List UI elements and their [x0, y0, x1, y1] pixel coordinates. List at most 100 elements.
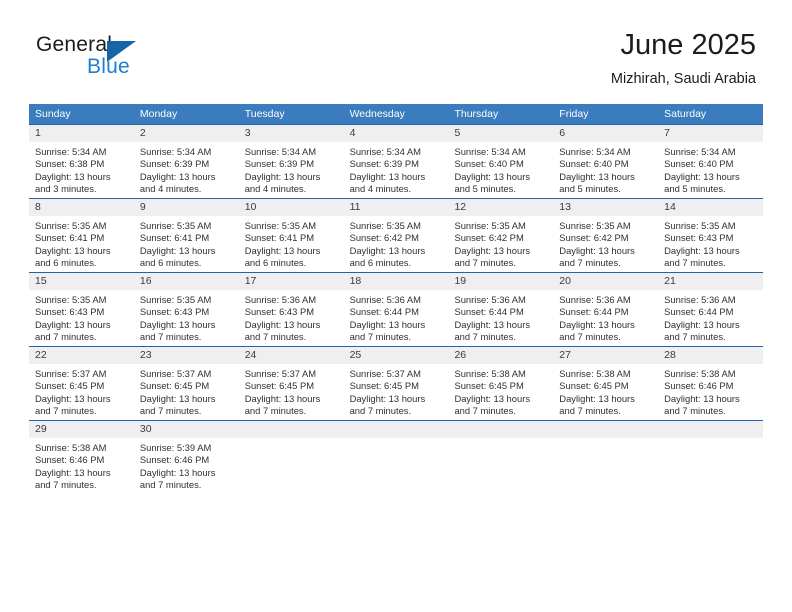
- daylight-text-line1: Daylight: 13 hours: [559, 170, 635, 182]
- sunrise-text: Sunrise: 5:35 AM: [35, 294, 107, 305]
- daylight-text-line2: and 7 minutes.: [664, 257, 726, 269]
- day-cell[interactable]: 13 Sunrise: 5:35 AM Sunset: 6:42 PM Dayl…: [553, 199, 659, 272]
- day-cell[interactable]: 14 Sunrise: 5:35 AM Sunset: 6:43 PM Dayl…: [658, 199, 764, 272]
- day-cell[interactable]: 18 Sunrise: 5:36 AM Sunset: 6:44 PM Dayl…: [343, 273, 449, 346]
- day-cell[interactable]: 19 Sunrise: 5:36 AM Sunset: 6:44 PM Dayl…: [448, 273, 554, 346]
- day-cell[interactable]: 10 Sunrise: 5:35 AM Sunset: 6:41 PM Dayl…: [238, 199, 344, 272]
- sunrise-text: Sunrise: 5:35 AM: [454, 220, 526, 231]
- sunset-text: Sunset: 6:46 PM: [35, 454, 105, 466]
- daylight-text-line1: Daylight: 13 hours: [244, 244, 321, 256]
- brand-name-blue: Blue: [87, 55, 130, 78]
- daylight-text-line2: and 7 minutes.: [559, 405, 621, 417]
- weekday-header-row: Sunday Monday Tuesday Wednesday Thursday…: [29, 104, 763, 124]
- day-cell[interactable]: 15 Sunrise: 5:35 AM Sunset: 6:43 PM Dayl…: [29, 273, 134, 346]
- daylight-text-line1: Daylight: 13 hours: [664, 244, 740, 256]
- weekday-header-tuesday: Tuesday: [244, 108, 285, 120]
- sunset-text: Sunset: 6:45 PM: [139, 380, 210, 392]
- daylight-text-line1: Daylight: 13 hours: [35, 244, 111, 256]
- day-cell-empty: [238, 421, 344, 494]
- day-details: Sunrise: 5:35 AM Sunset: 6:41 PM Dayligh…: [134, 216, 239, 272]
- day-number: 1: [29, 125, 134, 142]
- day-cell[interactable]: 21 Sunrise: 5:36 AM Sunset: 6:44 PM Dayl…: [658, 273, 764, 346]
- day-cell[interactable]: 6 Sunrise: 5:34 AM Sunset: 6:40 PM Dayli…: [553, 125, 659, 198]
- title-block: June 2025 Mizhirah, Saudi Arabia: [611, 28, 756, 88]
- day-number: 30: [133, 421, 239, 438]
- day-details: Sunrise: 5:35 AM Sunset: 6:42 PM Dayligh…: [553, 216, 658, 272]
- day-details: Sunrise: 5:34 AM Sunset: 6:39 PM Dayligh…: [344, 142, 449, 198]
- day-number: 15: [29, 273, 134, 290]
- sunset-text: Sunset: 6:39 PM: [244, 158, 315, 170]
- daylight-text-line1: Daylight: 13 hours: [454, 244, 531, 256]
- daylight-text-line1: Daylight: 13 hours: [244, 170, 321, 182]
- day-details: Sunrise: 5:38 AM Sunset: 6:45 PM Dayligh…: [448, 364, 553, 420]
- daylight-text-line2: and 5 minutes.: [454, 183, 516, 195]
- daylight-text-line2: and 7 minutes.: [35, 405, 97, 417]
- day-cell[interactable]: 24 Sunrise: 5:37 AM Sunset: 6:45 PM Dayl…: [238, 347, 344, 420]
- day-details: Sunrise: 5:34 AM Sunset: 6:40 PM Dayligh…: [658, 142, 763, 198]
- day-cell[interactable]: 25 Sunrise: 5:37 AM Sunset: 6:45 PM Dayl…: [343, 347, 449, 420]
- day-number: 14: [658, 199, 764, 216]
- day-cell[interactable]: 17 Sunrise: 5:36 AM Sunset: 6:43 PM Dayl…: [238, 273, 344, 346]
- day-cell[interactable]: 20 Sunrise: 5:36 AM Sunset: 6:44 PM Dayl…: [553, 273, 659, 346]
- daylight-text-line1: Daylight: 13 hours: [244, 318, 321, 330]
- day-cell[interactable]: 1 Sunrise: 5:34 AM Sunset: 6:38 PM Dayli…: [29, 125, 134, 198]
- daylight-text-line2: and 6 minutes.: [244, 257, 307, 269]
- day-number: 17: [238, 273, 344, 290]
- day-cell[interactable]: 12 Sunrise: 5:35 AM Sunset: 6:42 PM Dayl…: [448, 199, 554, 272]
- day-cell[interactable]: 27 Sunrise: 5:38 AM Sunset: 6:45 PM Dayl…: [553, 347, 659, 420]
- sunset-text: Sunset: 6:44 PM: [664, 306, 734, 318]
- week-row: 8 Sunrise: 5:35 AM Sunset: 6:41 PM Dayli…: [29, 198, 764, 272]
- daylight-text-line2: and 5 minutes.: [664, 183, 726, 195]
- day-cell[interactable]: 11 Sunrise: 5:35 AM Sunset: 6:42 PM Dayl…: [343, 199, 449, 272]
- daylight-text-line2: and 4 minutes.: [244, 183, 307, 195]
- daylight-text-line1: Daylight: 13 hours: [35, 392, 111, 404]
- day-cell[interactable]: 2 Sunrise: 5:34 AM Sunset: 6:39 PM Dayli…: [133, 125, 239, 198]
- day-details: Sunrise: 5:36 AM Sunset: 6:44 PM Dayligh…: [448, 290, 553, 346]
- day-number: 22: [29, 347, 134, 364]
- day-cell[interactable]: 30 Sunrise: 5:39 AM Sunset: 6:46 PM Dayl…: [133, 421, 239, 494]
- daylight-text-line1: Daylight: 13 hours: [139, 244, 216, 256]
- week-row: 1 Sunrise: 5:34 AM Sunset: 6:38 PM Dayli…: [29, 124, 764, 198]
- day-cell[interactable]: 3 Sunrise: 5:34 AM Sunset: 6:39 PM Dayli…: [238, 125, 344, 198]
- sunrise-text: Sunrise: 5:35 AM: [35, 220, 107, 231]
- sunrise-text: Sunrise: 5:38 AM: [559, 368, 631, 379]
- general-blue-logo[interactable]: General Blue: [36, 33, 236, 83]
- daylight-text-line1: Daylight: 13 hours: [349, 392, 426, 404]
- day-cell-empty: [448, 421, 554, 494]
- sunset-text: Sunset: 6:40 PM: [664, 158, 734, 170]
- day-cell[interactable]: 16 Sunrise: 5:35 AM Sunset: 6:43 PM Dayl…: [133, 273, 239, 346]
- sunrise-text: Sunrise: 5:37 AM: [244, 368, 317, 379]
- sunset-text: Sunset: 6:45 PM: [349, 380, 419, 392]
- day-number: 11: [343, 199, 449, 216]
- day-number: 5: [448, 125, 554, 142]
- day-cell[interactable]: 26 Sunrise: 5:38 AM Sunset: 6:45 PM Dayl…: [448, 347, 554, 420]
- day-number: 12: [448, 199, 554, 216]
- day-details: Sunrise: 5:38 AM Sunset: 6:45 PM Dayligh…: [553, 364, 658, 420]
- day-details: Sunrise: 5:35 AM Sunset: 6:42 PM Dayligh…: [448, 216, 553, 272]
- day-cell[interactable]: 8 Sunrise: 5:35 AM Sunset: 6:41 PM Dayli…: [29, 199, 134, 272]
- day-cell[interactable]: 5 Sunrise: 5:34 AM Sunset: 6:40 PM Dayli…: [448, 125, 554, 198]
- sunset-text: Sunset: 6:43 PM: [664, 232, 734, 244]
- day-cell[interactable]: 9 Sunrise: 5:35 AM Sunset: 6:41 PM Dayli…: [133, 199, 239, 272]
- day-details: Sunrise: 5:37 AM Sunset: 6:45 PM Dayligh…: [134, 364, 239, 420]
- daylight-text-line1: Daylight: 13 hours: [454, 170, 531, 182]
- day-details: [239, 438, 344, 494]
- day-cell[interactable]: 22 Sunrise: 5:37 AM Sunset: 6:45 PM Dayl…: [29, 347, 134, 420]
- sunrise-text: Sunrise: 5:34 AM: [454, 146, 526, 157]
- day-details: Sunrise: 5:39 AM Sunset: 6:46 PM Dayligh…: [134, 438, 239, 494]
- daylight-text-line2: and 6 minutes.: [139, 257, 202, 269]
- day-number: [238, 421, 344, 438]
- daylight-text-line1: Daylight: 13 hours: [244, 392, 321, 404]
- day-cell[interactable]: 28 Sunrise: 5:38 AM Sunset: 6:46 PM Dayl…: [658, 347, 764, 420]
- day-cell[interactable]: 29 Sunrise: 5:38 AM Sunset: 6:46 PM Dayl…: [29, 421, 134, 494]
- day-cell[interactable]: 23 Sunrise: 5:37 AM Sunset: 6:45 PM Dayl…: [133, 347, 239, 420]
- day-number: [448, 421, 554, 438]
- day-number: 7: [658, 125, 764, 142]
- day-cell[interactable]: 4 Sunrise: 5:34 AM Sunset: 6:39 PM Dayli…: [343, 125, 449, 198]
- sunrise-text: Sunrise: 5:35 AM: [559, 220, 631, 231]
- weekday-header-monday: Monday: [139, 108, 178, 120]
- daylight-text-line2: and 7 minutes.: [139, 479, 202, 491]
- day-number: 29: [29, 421, 134, 438]
- sunset-text: Sunset: 6:40 PM: [559, 158, 629, 170]
- day-cell[interactable]: 7 Sunrise: 5:34 AM Sunset: 6:40 PM Dayli…: [658, 125, 764, 198]
